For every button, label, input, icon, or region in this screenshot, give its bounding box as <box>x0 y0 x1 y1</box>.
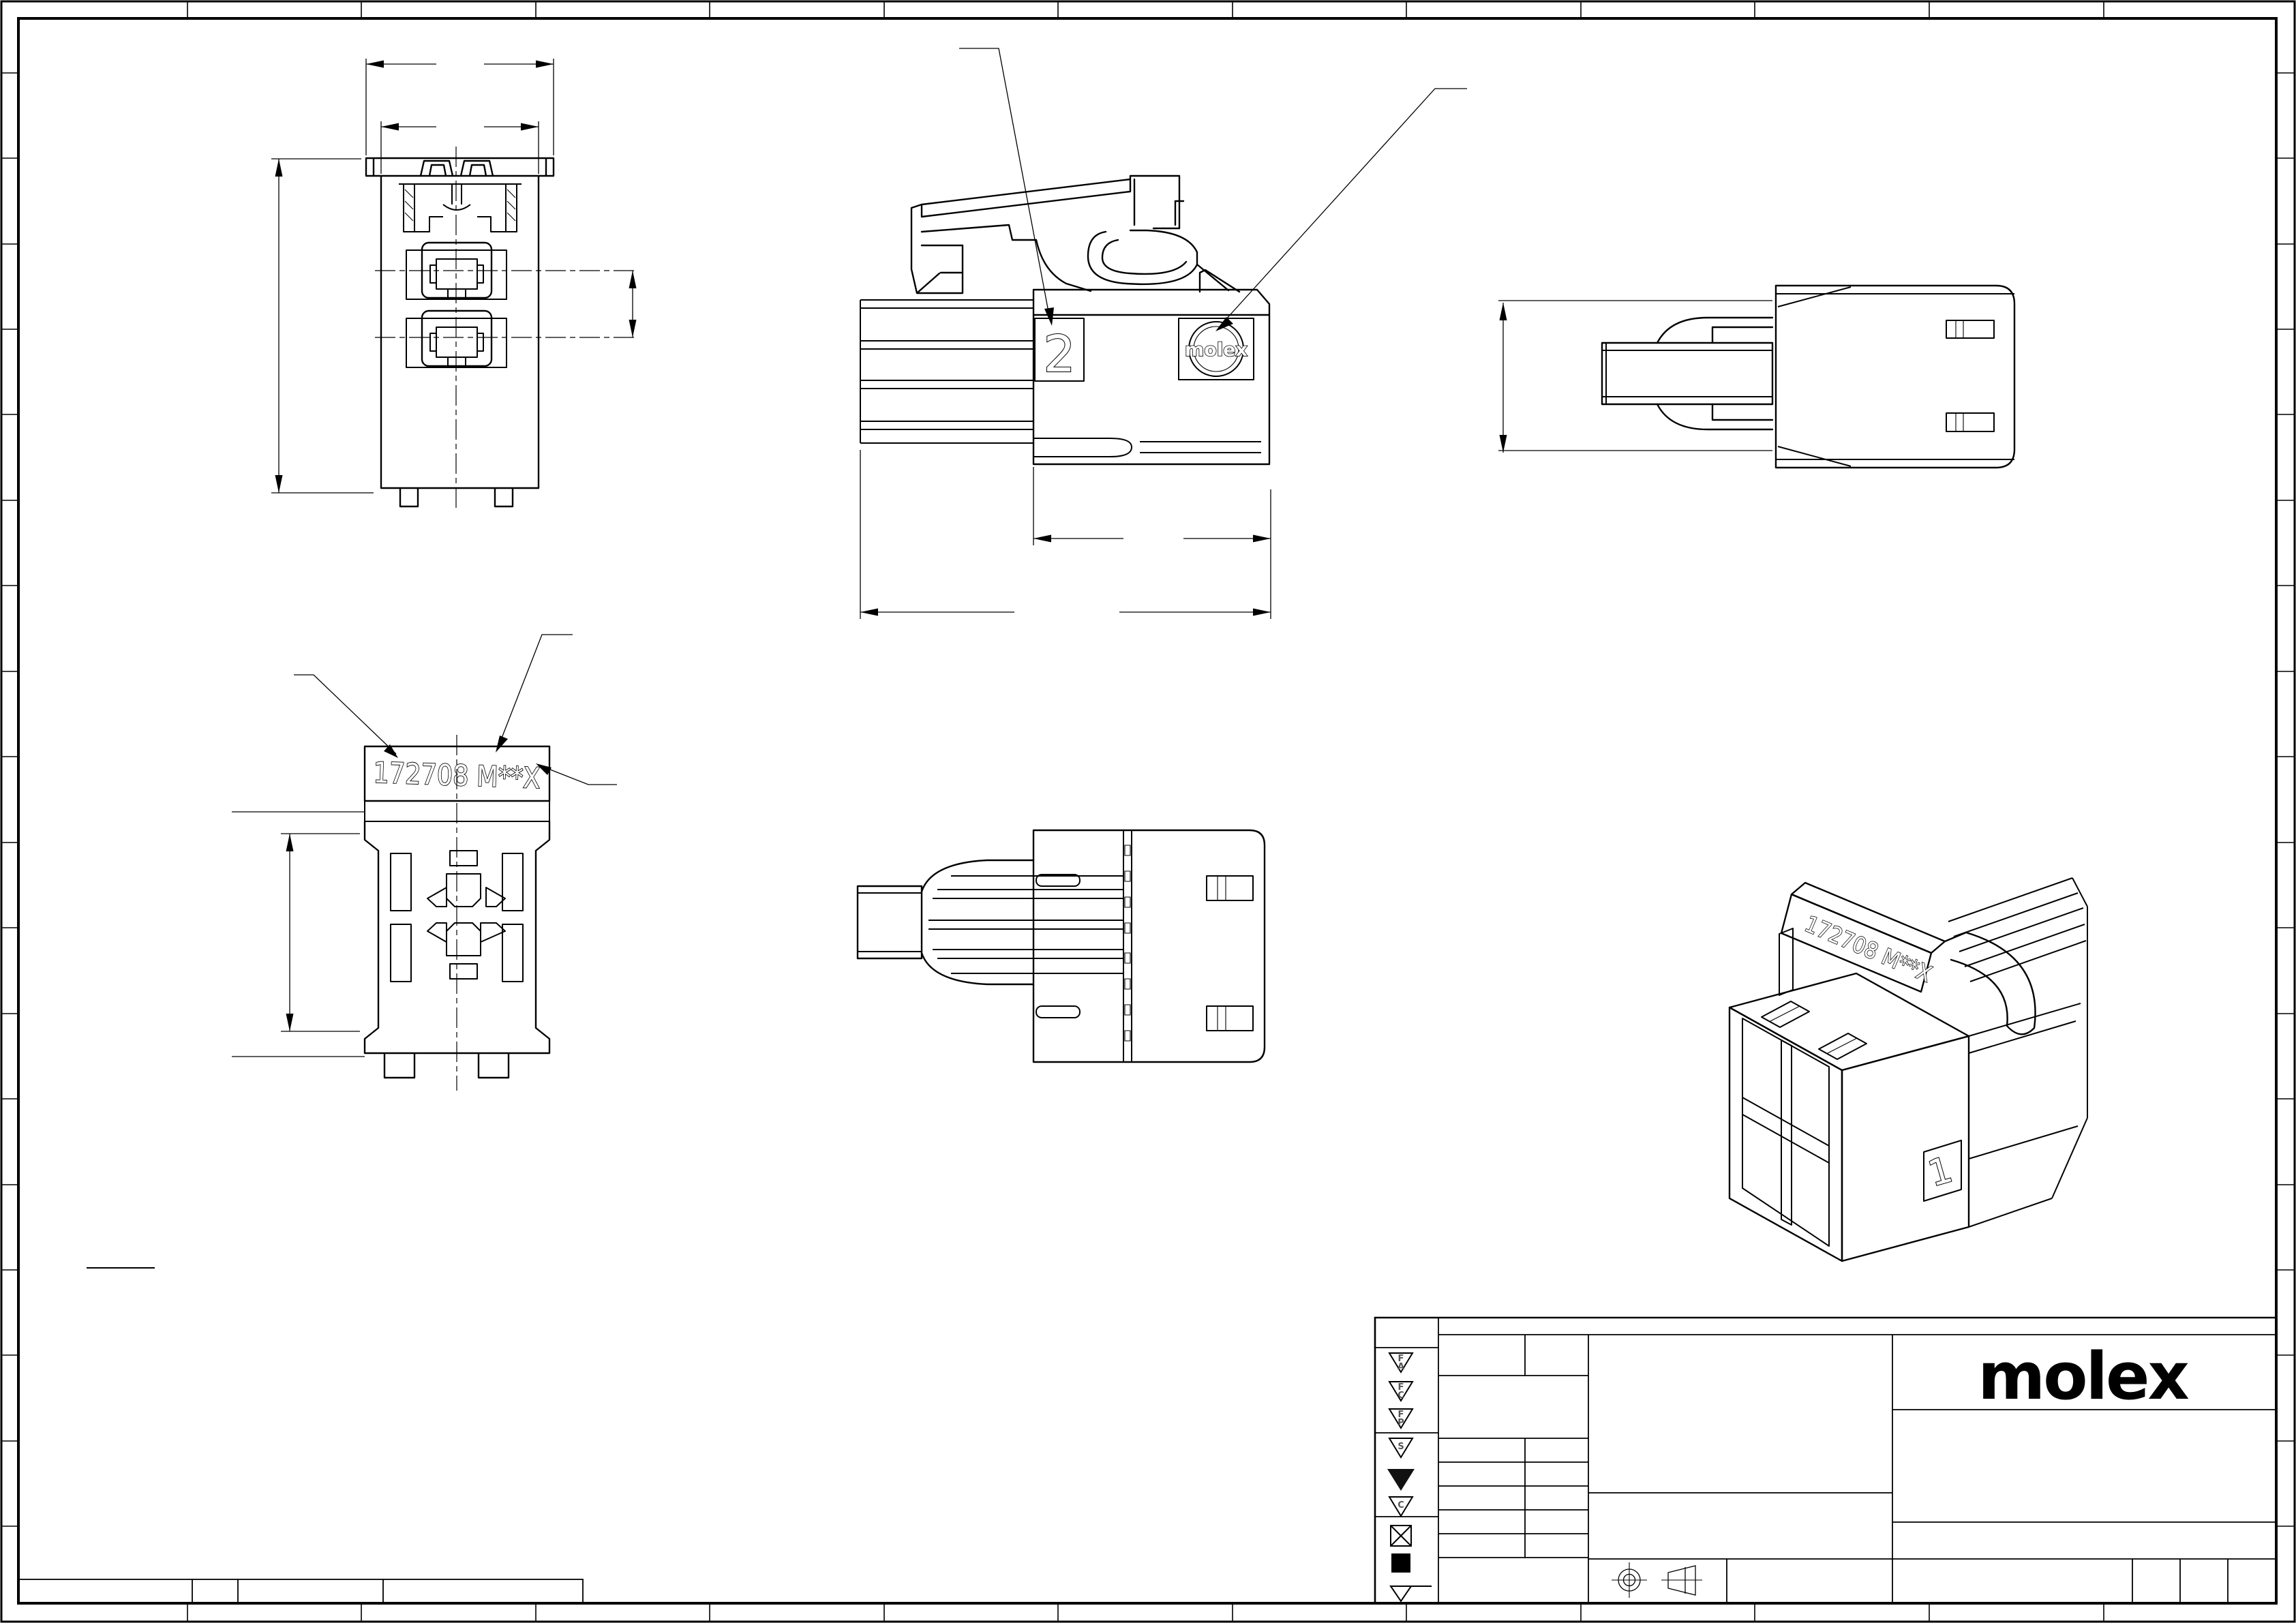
front-view-dimension-lines <box>232 811 365 1057</box>
rear-view-body-outline <box>365 157 555 508</box>
revision-symbol-s: S <box>1388 1438 1414 1459</box>
projection-symbol <box>1612 1562 1702 1598</box>
top-view-wire-end <box>1601 316 1774 431</box>
rear-view-hatch-lines <box>404 189 516 222</box>
revision-symbol-box-x <box>1390 1525 1412 1547</box>
revision-strip-dividers <box>192 1579 384 1603</box>
molex-circle-logo: molex <box>1178 318 1254 380</box>
arrow-icon <box>286 1014 294 1031</box>
iso-front-cage <box>1728 972 1970 1262</box>
drawing-border <box>17 17 2278 1605</box>
projection-crosshair <box>1612 1562 1647 1598</box>
zone-ticks-left <box>1 72 18 1527</box>
iso-cavity-number: 1 <box>1923 1140 1962 1202</box>
side-view-dimension-lines <box>860 450 1271 619</box>
leader-arrow-icon <box>1044 307 1054 326</box>
drawing-sheet: molex F A F C F P S C 2 molex 172708 M**… <box>0 0 2296 1623</box>
zone-ticks-right <box>2276 72 2295 1527</box>
arrow-icon <box>286 834 294 851</box>
drawing-canvas: molex F A F C F P S C 2 molex 172708 M**… <box>0 0 2296 1623</box>
revision-symbol-fp: F P <box>1388 1408 1414 1429</box>
arrow-icon <box>860 608 878 616</box>
revision-symbol-solid-triangle <box>1387 1469 1415 1491</box>
side-view-cpa-slot <box>1033 438 1261 457</box>
symbol-letter: S <box>1398 1442 1404 1452</box>
side-view-rear-catch <box>1198 269 1241 293</box>
revision-symbol-column: F A F C F P S C <box>1387 1352 1432 1603</box>
revision-symbol-fc: F C <box>1388 1381 1414 1402</box>
leader-arrow-icon <box>496 735 508 753</box>
arrow-icon <box>536 60 554 68</box>
side-view-latch <box>910 175 1230 294</box>
arrow-icon <box>275 159 283 177</box>
side-view-leader-lines <box>959 48 1467 328</box>
arrow-icon <box>275 475 283 493</box>
rear-view <box>271 59 637 508</box>
top-view <box>1498 284 2016 469</box>
arrow-icon <box>1253 534 1271 543</box>
arrow-icon <box>629 271 637 288</box>
arrow-icon <box>381 123 399 131</box>
revision-symbol-solid-square <box>1391 1553 1410 1573</box>
arrow-icon <box>366 60 384 68</box>
revision-symbol-c: C <box>1388 1496 1414 1517</box>
revision-symbol-fa: F A <box>1388 1352 1414 1374</box>
cavity-2-label: 2 <box>1043 325 1075 384</box>
cavity-number-marking: 2 <box>1034 318 1085 384</box>
zone-ticks-top <box>187 1 2104 18</box>
iso-part-number-marking: 172708 M**X <box>1801 910 1935 987</box>
bottom-view <box>856 829 1266 1063</box>
arrow-icon <box>521 123 539 131</box>
molex-logo: molex <box>1978 1339 2188 1414</box>
arrow-icon <box>1499 303 1507 320</box>
molex-circle-label: molex <box>1185 339 1248 361</box>
side-view: 2 molex <box>860 48 1467 619</box>
side-view-seal-ribs <box>860 299 1033 444</box>
arrow-icon <box>1499 435 1507 453</box>
title-block: molex F A F C F P S C <box>1374 1316 2276 1603</box>
revision-symbol-triangle-bar <box>1389 1586 1432 1603</box>
top-view-body <box>1774 284 2016 469</box>
symbol-letter: A <box>1398 1362 1404 1372</box>
symbol-letter: P <box>1398 1418 1404 1428</box>
front-view-terminal-lower <box>427 922 506 980</box>
rear-view-dimension-lines <box>271 59 633 494</box>
isometric-view: 172708 M**X 1 <box>1728 877 2088 1262</box>
revision-strip-outline <box>18 1579 584 1604</box>
symbol-letter: C <box>1398 1391 1404 1401</box>
bottom-view-wire-end <box>856 859 1123 986</box>
arrow-icon <box>1033 534 1051 543</box>
bottom-view-body <box>1032 829 1266 1063</box>
cavity-1-label: 1 <box>1924 1149 1957 1195</box>
symbol-letter: C <box>1398 1500 1404 1511</box>
front-view-terminal-upper <box>427 850 506 907</box>
iso-latch-plate: 172708 M**X <box>1779 881 2036 1035</box>
arrow-icon <box>1253 608 1271 616</box>
rear-view-inner-bracket <box>399 183 522 232</box>
revision-strip-table <box>18 1579 584 1604</box>
front-view: 172708 M**X <box>232 634 617 1091</box>
leader-arrow-icon <box>1215 317 1233 331</box>
zone-ticks-bottom <box>187 1603 2104 1622</box>
arrow-icon <box>629 320 637 337</box>
